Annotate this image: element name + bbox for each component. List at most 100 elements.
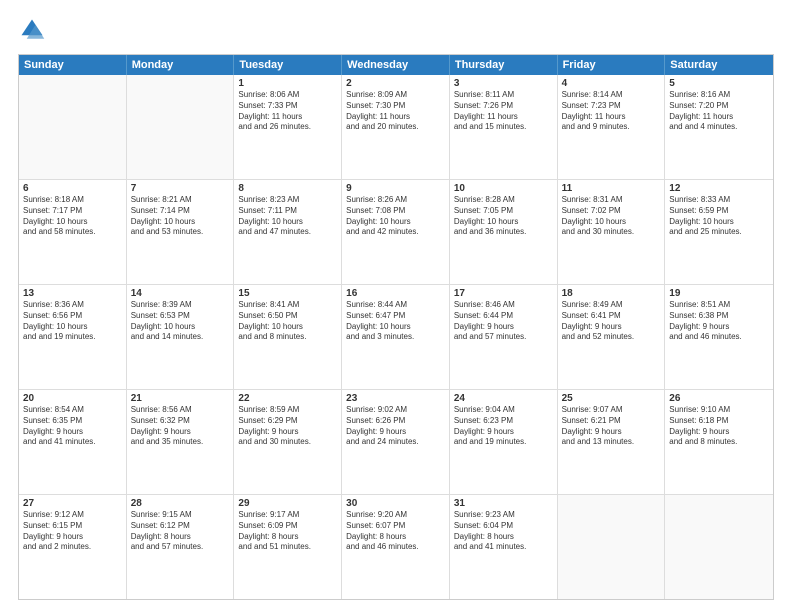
sunrise-text: Sunrise: 8:56 AM xyxy=(131,405,230,416)
daylight-text: Daylight: 11 hours xyxy=(346,112,445,123)
sunset-text: Sunset: 6:35 PM xyxy=(23,416,122,427)
calendar-day-26: 26Sunrise: 9:10 AMSunset: 6:18 PMDayligh… xyxy=(665,390,773,494)
sunrise-text: Sunrise: 9:04 AM xyxy=(454,405,553,416)
sunset-text: Sunset: 6:26 PM xyxy=(346,416,445,427)
calendar-week-1: 1Sunrise: 8:06 AMSunset: 7:33 PMDaylight… xyxy=(19,75,773,180)
daylight-minutes-text: and and 14 minutes. xyxy=(131,332,230,343)
day-number: 25 xyxy=(562,393,661,404)
calendar-day-24: 24Sunrise: 9:04 AMSunset: 6:23 PMDayligh… xyxy=(450,390,558,494)
calendar-day-9: 9Sunrise: 8:26 AMSunset: 7:08 PMDaylight… xyxy=(342,180,450,284)
calendar-week-4: 20Sunrise: 8:54 AMSunset: 6:35 PMDayligh… xyxy=(19,390,773,495)
sunrise-text: Sunrise: 8:59 AM xyxy=(238,405,337,416)
sunset-text: Sunset: 6:29 PM xyxy=(238,416,337,427)
sunrise-text: Sunrise: 8:23 AM xyxy=(238,195,337,206)
day-number: 28 xyxy=(131,498,230,509)
calendar-empty-cell xyxy=(127,75,235,179)
daylight-text: Daylight: 10 hours xyxy=(669,217,769,228)
daylight-minutes-text: and and 2 minutes. xyxy=(23,542,122,553)
daylight-text: Daylight: 9 hours xyxy=(131,427,230,438)
daylight-minutes-text: and and 13 minutes. xyxy=(562,437,661,448)
sunset-text: Sunset: 6:21 PM xyxy=(562,416,661,427)
daylight-text: Daylight: 9 hours xyxy=(238,427,337,438)
daylight-text: Daylight: 10 hours xyxy=(23,322,122,333)
daylight-minutes-text: and and 35 minutes. xyxy=(131,437,230,448)
sunrise-text: Sunrise: 8:54 AM xyxy=(23,405,122,416)
daylight-minutes-text: and and 8 minutes. xyxy=(238,332,337,343)
sunrise-text: Sunrise: 9:10 AM xyxy=(669,405,769,416)
day-number: 7 xyxy=(131,183,230,194)
daylight-minutes-text: and and 51 minutes. xyxy=(238,542,337,553)
daylight-minutes-text: and and 58 minutes. xyxy=(23,227,122,238)
daylight-minutes-text: and and 25 minutes. xyxy=(669,227,769,238)
sunset-text: Sunset: 6:18 PM xyxy=(669,416,769,427)
header-day-thursday: Thursday xyxy=(450,55,558,75)
calendar-empty-cell xyxy=(665,495,773,599)
daylight-minutes-text: and and 20 minutes. xyxy=(346,122,445,133)
sunset-text: Sunset: 6:41 PM xyxy=(562,311,661,322)
calendar-day-25: 25Sunrise: 9:07 AMSunset: 6:21 PMDayligh… xyxy=(558,390,666,494)
daylight-minutes-text: and and 46 minutes. xyxy=(346,542,445,553)
sunset-text: Sunset: 7:08 PM xyxy=(346,206,445,217)
sunset-text: Sunset: 7:33 PM xyxy=(238,101,337,112)
calendar-body: 1Sunrise: 8:06 AMSunset: 7:33 PMDaylight… xyxy=(19,75,773,599)
sunrise-text: Sunrise: 8:21 AM xyxy=(131,195,230,206)
daylight-text: Daylight: 10 hours xyxy=(131,217,230,228)
calendar-day-18: 18Sunrise: 8:49 AMSunset: 6:41 PMDayligh… xyxy=(558,285,666,389)
sunrise-text: Sunrise: 8:28 AM xyxy=(454,195,553,206)
calendar-day-19: 19Sunrise: 8:51 AMSunset: 6:38 PMDayligh… xyxy=(665,285,773,389)
calendar: SundayMondayTuesdayWednesdayThursdayFrid… xyxy=(18,54,774,600)
sunrise-text: Sunrise: 8:41 AM xyxy=(238,300,337,311)
calendar-day-2: 2Sunrise: 8:09 AMSunset: 7:30 PMDaylight… xyxy=(342,75,450,179)
sunrise-text: Sunrise: 9:23 AM xyxy=(454,510,553,521)
header-day-monday: Monday xyxy=(127,55,235,75)
daylight-minutes-text: and and 26 minutes. xyxy=(238,122,337,133)
header-day-tuesday: Tuesday xyxy=(234,55,342,75)
sunrise-text: Sunrise: 8:46 AM xyxy=(454,300,553,311)
sunset-text: Sunset: 7:26 PM xyxy=(454,101,553,112)
daylight-minutes-text: and and 3 minutes. xyxy=(346,332,445,343)
day-number: 22 xyxy=(238,393,337,404)
daylight-minutes-text: and and 8 minutes. xyxy=(669,437,769,448)
sunset-text: Sunset: 7:17 PM xyxy=(23,206,122,217)
daylight-text: Daylight: 11 hours xyxy=(454,112,553,123)
daylight-minutes-text: and and 41 minutes. xyxy=(23,437,122,448)
calendar-day-28: 28Sunrise: 9:15 AMSunset: 6:12 PMDayligh… xyxy=(127,495,235,599)
daylight-text: Daylight: 10 hours xyxy=(346,322,445,333)
day-number: 31 xyxy=(454,498,553,509)
sunrise-text: Sunrise: 8:44 AM xyxy=(346,300,445,311)
calendar-day-5: 5Sunrise: 8:16 AMSunset: 7:20 PMDaylight… xyxy=(665,75,773,179)
sunset-text: Sunset: 6:44 PM xyxy=(454,311,553,322)
daylight-text: Daylight: 9 hours xyxy=(23,532,122,543)
daylight-text: Daylight: 9 hours xyxy=(562,427,661,438)
page: SundayMondayTuesdayWednesdayThursdayFrid… xyxy=(0,0,792,612)
sunrise-text: Sunrise: 8:18 AM xyxy=(23,195,122,206)
daylight-text: Daylight: 11 hours xyxy=(562,112,661,123)
header-day-friday: Friday xyxy=(558,55,666,75)
daylight-text: Daylight: 11 hours xyxy=(669,112,769,123)
sunset-text: Sunset: 6:23 PM xyxy=(454,416,553,427)
sunrise-text: Sunrise: 8:36 AM xyxy=(23,300,122,311)
daylight-minutes-text: and and 30 minutes. xyxy=(562,227,661,238)
daylight-minutes-text: and and 36 minutes. xyxy=(454,227,553,238)
daylight-text: Daylight: 9 hours xyxy=(346,427,445,438)
day-number: 2 xyxy=(346,78,445,89)
day-number: 30 xyxy=(346,498,445,509)
day-number: 17 xyxy=(454,288,553,299)
daylight-text: Daylight: 9 hours xyxy=(669,322,769,333)
calendar-day-10: 10Sunrise: 8:28 AMSunset: 7:05 PMDayligh… xyxy=(450,180,558,284)
daylight-text: Daylight: 11 hours xyxy=(238,112,337,123)
sunset-text: Sunset: 6:07 PM xyxy=(346,521,445,532)
daylight-minutes-text: and and 42 minutes. xyxy=(346,227,445,238)
daylight-minutes-text: and and 19 minutes. xyxy=(454,437,553,448)
day-number: 27 xyxy=(23,498,122,509)
daylight-text: Daylight: 10 hours xyxy=(562,217,661,228)
calendar-day-7: 7Sunrise: 8:21 AMSunset: 7:14 PMDaylight… xyxy=(127,180,235,284)
day-number: 19 xyxy=(669,288,769,299)
day-number: 1 xyxy=(238,78,337,89)
sunset-text: Sunset: 6:38 PM xyxy=(669,311,769,322)
sunrise-text: Sunrise: 8:51 AM xyxy=(669,300,769,311)
daylight-text: Daylight: 9 hours xyxy=(669,427,769,438)
daylight-text: Daylight: 9 hours xyxy=(23,427,122,438)
daylight-minutes-text: and and 9 minutes. xyxy=(562,122,661,133)
header-day-saturday: Saturday xyxy=(665,55,773,75)
